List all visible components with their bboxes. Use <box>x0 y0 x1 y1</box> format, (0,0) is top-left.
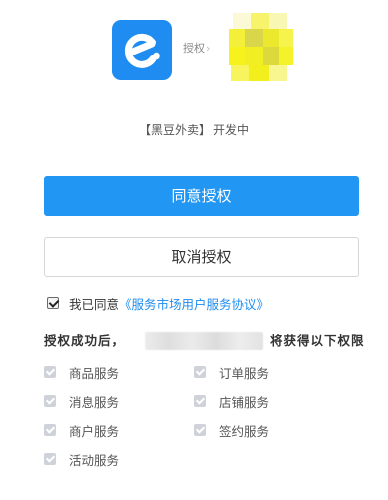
permission-checkbox <box>44 395 56 407</box>
permission-checkbox <box>194 366 206 378</box>
permission-item: 商户服务 <box>44 421 119 439</box>
service-agreement-link[interactable]: 《服务市场用户服务协议》 <box>119 294 269 313</box>
permission-label: 签约服务 <box>219 423 270 439</box>
permission-item: 店铺服务 <box>194 392 269 410</box>
cancel-authorize-button[interactable]: 取消授权 <box>44 237 359 277</box>
authorize-arrow-label: 授权› <box>183 41 210 57</box>
app-status: 开发中 <box>213 123 250 137</box>
authorize-label: 授权 <box>183 42 205 55</box>
app-status-line: 【黑豆外卖】 开发中 <box>0 122 388 138</box>
permission-checkbox <box>44 366 56 378</box>
permission-checkbox <box>194 424 206 436</box>
permission-item: 活动服务 <box>44 450 119 468</box>
redacted-app-name <box>145 332 263 350</box>
permission-checkbox <box>194 395 206 407</box>
chevron-right-icon: › <box>206 42 211 55</box>
eleme-logo-icon <box>112 20 172 80</box>
permission-item: 商品服务 <box>44 363 119 381</box>
permission-item: 签约服务 <box>194 421 269 439</box>
agree-authorize-button[interactable]: 同意授权 <box>44 176 359 216</box>
agreement-row: 我已同意 《服务市场用户服务协议》 <box>47 294 269 312</box>
permission-item: 订单服务 <box>194 363 269 381</box>
permission-label: 订单服务 <box>219 365 270 381</box>
app-name: 【黑豆外卖】 <box>138 123 211 137</box>
agreement-prefix: 我已同意 <box>69 296 120 312</box>
permission-label: 消息服务 <box>69 394 120 410</box>
permissions-heading-prefix: 授权成功后， <box>44 333 126 348</box>
pixelated-logo-icon <box>229 11 293 83</box>
permission-checkbox <box>44 424 56 436</box>
agreement-checkbox[interactable] <box>47 297 59 309</box>
permission-label: 店铺服务 <box>219 394 270 410</box>
permission-label: 活动服务 <box>69 452 120 468</box>
permissions-heading: 授权成功后， 将获得以下权限 <box>44 331 364 351</box>
permissions-heading-suffix: 将获得以下权限 <box>270 333 365 348</box>
permission-item: 消息服务 <box>44 392 119 410</box>
permission-label: 商户服务 <box>69 423 120 439</box>
permission-checkbox <box>44 453 56 465</box>
permission-label: 商品服务 <box>69 365 120 381</box>
